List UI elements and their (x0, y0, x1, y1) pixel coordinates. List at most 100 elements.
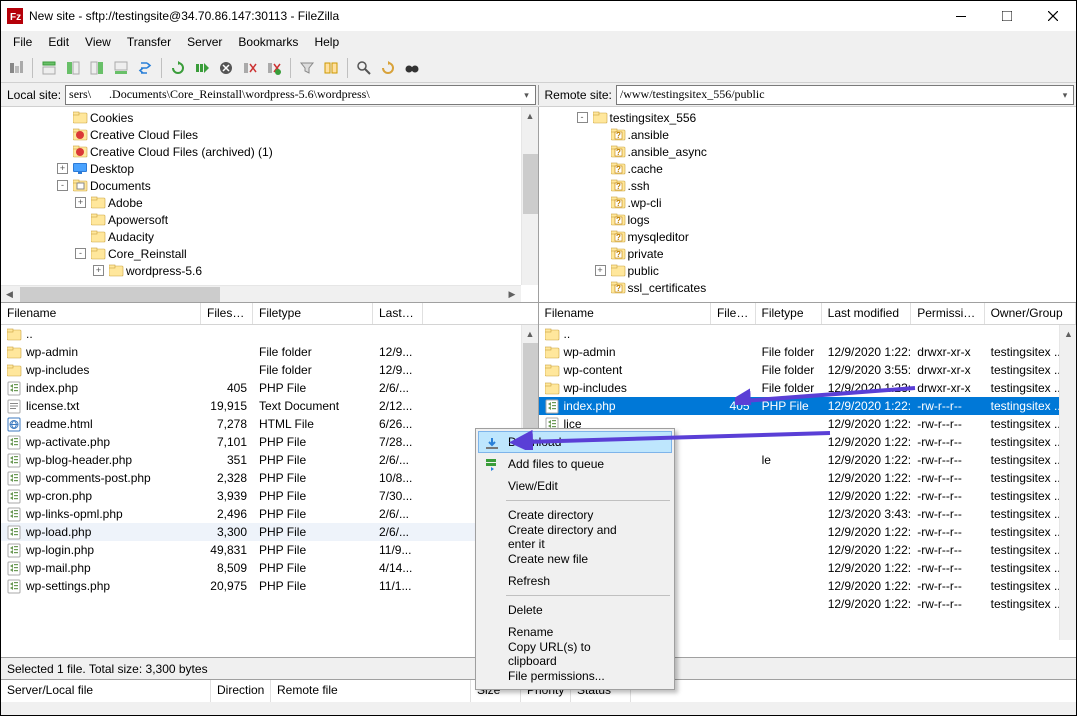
toggle-queue-button[interactable] (110, 57, 132, 79)
process-queue-button[interactable] (191, 57, 213, 79)
tree-node[interactable]: Cookies (3, 109, 536, 126)
file-row[interactable]: .. (1, 325, 538, 343)
file-row[interactable]: wp-links-opml.php2,496PHP File2/6/... (1, 505, 538, 523)
menu-bookmarks[interactable]: Bookmarks (230, 33, 306, 51)
tree-node[interactable]: Creative Cloud Files (3, 126, 536, 143)
file-row[interactable]: license.txt19,915Text Document2/12... (1, 397, 538, 415)
ctx-create-new-file[interactable]: Create new file (478, 548, 672, 570)
col-lastmodified[interactable]: Last modified (822, 303, 912, 324)
col-filetype[interactable]: Filetype (756, 303, 822, 324)
file-row[interactable]: wp-includesFile folder12/9... (1, 361, 538, 379)
tree-node[interactable]: ssl_certificates (541, 279, 1075, 296)
search-button[interactable] (353, 57, 375, 79)
collapse-icon[interactable]: - (577, 112, 588, 123)
col-permissions[interactable]: Permissions (911, 303, 984, 324)
file-row[interactable]: index.php405PHP File12/9/2020 1:22:...-r… (539, 397, 1077, 415)
disconnect-button[interactable] (239, 57, 261, 79)
refresh-button[interactable] (167, 57, 189, 79)
minimize-button[interactable] (938, 1, 984, 31)
tree-node[interactable]: logs (541, 211, 1075, 228)
menu-server[interactable]: Server (179, 33, 230, 51)
col-filesize[interactable]: Filesize (201, 303, 253, 324)
scrollbar-v[interactable]: ▲ (1059, 325, 1076, 640)
tree-node[interactable]: .cache (541, 160, 1075, 177)
tree-node[interactable]: +public (541, 262, 1075, 279)
remote-tree[interactable]: -testingsitex_556.ansible.ansible_async.… (539, 107, 1077, 302)
ctx-file-permissions---[interactable]: File permissions... (478, 665, 672, 687)
menu-transfer[interactable]: Transfer (119, 33, 179, 51)
local-file-header[interactable]: FilenameFilesizeFiletypeLast modified (1, 303, 538, 325)
scrollbar-v[interactable]: ▲ (521, 107, 538, 285)
sync-browsing-button[interactable] (134, 57, 156, 79)
expand-icon[interactable]: + (75, 197, 86, 208)
close-button[interactable] (1030, 1, 1076, 31)
menu-edit[interactable]: Edit (40, 33, 77, 51)
tree-node[interactable]: private (541, 245, 1075, 262)
col-remotefile[interactable]: Remote file (271, 680, 471, 702)
ctx-view-edit[interactable]: View/Edit (478, 475, 672, 497)
cancel-button[interactable] (215, 57, 237, 79)
local-file-list[interactable]: ..wp-adminFile folder12/9...wp-includesF… (1, 325, 538, 657)
tree-node[interactable]: Audacity (3, 228, 536, 245)
file-row[interactable]: readme.html7,278HTML File6/26... (1, 415, 538, 433)
tree-node[interactable]: Apowersoft (3, 211, 536, 228)
toggle-local-tree-button[interactable] (62, 57, 84, 79)
maximize-button[interactable] (984, 1, 1030, 31)
tree-node[interactable]: .ansible_async (541, 143, 1075, 160)
file-row[interactable]: wp-load.php3,300PHP File2/6/... (1, 523, 538, 541)
file-row[interactable]: wp-comments-post.php2,328PHP File10/8... (1, 469, 538, 487)
tree-node[interactable]: +Adobe (3, 194, 536, 211)
file-row[interactable]: wp-settings.php20,975PHP File11/1... (1, 577, 538, 595)
reconnect-button[interactable] (263, 57, 285, 79)
expand-icon[interactable]: + (57, 163, 68, 174)
tree-node[interactable]: +wordpress-5.6 (3, 262, 536, 279)
col-filename[interactable]: Filename (539, 303, 711, 324)
local-path-input[interactable] (66, 87, 518, 102)
file-row[interactable]: wp-login.php49,831PHP File11/9... (1, 541, 538, 559)
menu-help[interactable]: Help (306, 33, 347, 51)
file-row[interactable]: wp-cron.php3,939PHP File7/30... (1, 487, 538, 505)
toggle-log-button[interactable] (38, 57, 60, 79)
file-row[interactable]: wp-activate.php7,101PHP File7/28... (1, 433, 538, 451)
col-direction[interactable]: Direction (211, 680, 271, 702)
tree-node[interactable]: Creative Cloud Files (archived) (1) (3, 143, 536, 160)
tree-node[interactable]: -Documents (3, 177, 536, 194)
collapse-icon[interactable]: - (75, 248, 86, 259)
ctx-create-directory-and-enter-it[interactable]: Create directory and enter it (478, 526, 672, 548)
file-row[interactable]: index.php405PHP File2/6/... (1, 379, 538, 397)
ctx-copy-url-s--to-clipboard[interactable]: Copy URL(s) to clipboard (478, 643, 672, 665)
tree-node[interactable]: .wp-cli (541, 194, 1075, 211)
tree-node[interactable]: .ssh (541, 177, 1075, 194)
ctx-download[interactable]: Download (478, 431, 672, 453)
col-serverlocalfile[interactable]: Server/Local file (1, 680, 211, 702)
tree-node[interactable]: -testingsitex_556 (541, 109, 1075, 126)
file-row[interactable]: wp-includesFile folder12/9/2020 1:23:...… (539, 379, 1077, 397)
menu-file[interactable]: File (5, 33, 40, 51)
menu-view[interactable]: View (77, 33, 119, 51)
site-manager-button[interactable] (5, 57, 27, 79)
tree-node[interactable]: +Desktop (3, 160, 536, 177)
tree-node[interactable]: mysqleditor (541, 228, 1075, 245)
scrollbar-h[interactable]: ◀▶ (1, 285, 521, 302)
ctx-delete[interactable]: Delete (478, 599, 672, 621)
local-path-combo[interactable]: ▾ (65, 85, 535, 105)
toggle-remote-tree-button[interactable] (86, 57, 108, 79)
file-row[interactable]: wp-adminFile folder12/9... (1, 343, 538, 361)
chevron-down-icon[interactable]: ▾ (519, 86, 535, 104)
tree-node[interactable]: -Core_Reinstall (3, 245, 536, 262)
col-filename[interactable]: Filename (1, 303, 201, 324)
tree-node[interactable]: .ansible (541, 126, 1075, 143)
ctx-add-files-to-queue[interactable]: Add files to queue (478, 453, 672, 475)
remote-file-header[interactable]: FilenameFilesizeFiletypeLast modifiedPer… (539, 303, 1077, 325)
remote-path-input[interactable] (617, 87, 1057, 102)
col-lastmodified[interactable]: Last modified (373, 303, 423, 324)
file-row[interactable]: wp-contentFile folder12/9/2020 3:55:...d… (539, 361, 1077, 379)
ctx-refresh[interactable]: Refresh (478, 570, 672, 592)
file-row[interactable]: wp-blog-header.php351PHP File2/6/... (1, 451, 538, 469)
file-row[interactable]: .. (539, 325, 1077, 343)
file-row[interactable]: wp-adminFile folder12/9/2020 1:22:...drw… (539, 343, 1077, 361)
file-row[interactable]: wp-mail.php8,509PHP File4/14... (1, 559, 538, 577)
col-filesize[interactable]: Filesize (711, 303, 756, 324)
collapse-icon[interactable]: - (57, 180, 68, 191)
remote-path-combo[interactable]: ▾ (616, 85, 1074, 105)
